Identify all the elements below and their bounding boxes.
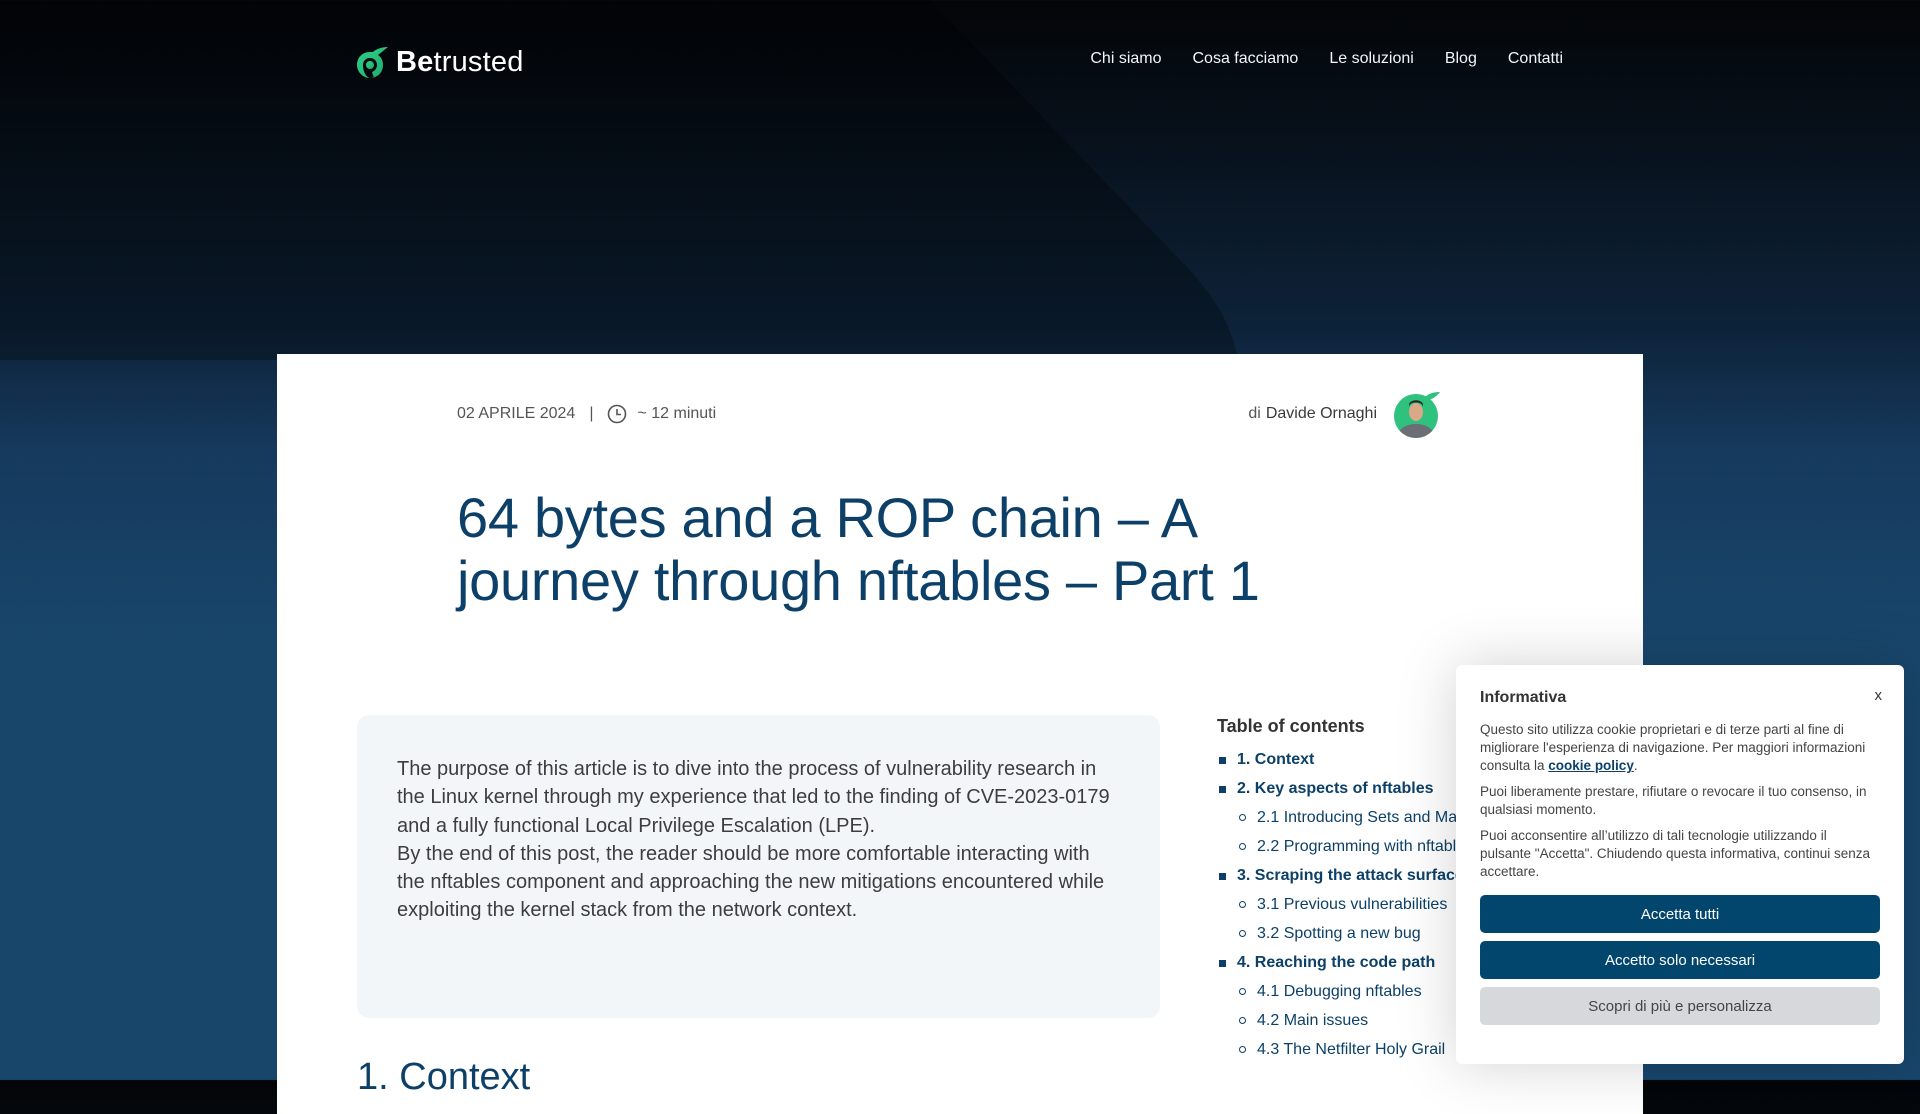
section-heading-context: 1. Context	[357, 1056, 531, 1098]
betrusted-logo-icon	[357, 47, 388, 78]
accept-necessary-button[interactable]: Accetto solo necessari	[1480, 941, 1880, 979]
toc-list: 1. Context 2. Key aspects of nftables 2.…	[1217, 745, 1477, 1064]
toc-item[interactable]: 4. Reaching the code path	[1217, 948, 1477, 977]
meta-separator: |	[589, 405, 594, 422]
site-header: Betrusted Chi siamo Cosa facciamo Le sol…	[0, 0, 1920, 125]
toc-item[interactable]: 3.2 Spotting a new bug	[1217, 919, 1477, 948]
summary-paragraph-2: By the end of this post, the reader shou…	[397, 842, 1105, 922]
clock-icon	[608, 404, 627, 424]
article-title: 64 bytes and a ROP chain – A journey thr…	[457, 486, 1260, 612]
nav-contatti[interactable]: Contatti	[1508, 50, 1563, 68]
toc-item[interactable]: 2.1 Introducing Sets and Maps	[1217, 803, 1477, 832]
brand-name: Betrusted	[396, 45, 524, 78]
toc-item[interactable]: 3. Scraping the attack surface	[1217, 861, 1477, 890]
cookie-buttons: Accetta tutti Accetto solo necessari Sco…	[1480, 895, 1880, 1025]
article-summary: The purpose of this article is to dive i…	[357, 715, 1160, 1018]
toc-item[interactable]: 4.1 Debugging nftables	[1217, 977, 1477, 1006]
nav-cosa-facciamo[interactable]: Cosa facciamo	[1193, 50, 1299, 68]
cookie-text-2: Puoi liberamente prestare, rifiutare o r…	[1480, 784, 1867, 817]
customize-button[interactable]: Scopri di più e personalizza	[1480, 987, 1880, 1025]
summary-paragraph-1: The purpose of this article is to dive i…	[397, 758, 1110, 837]
toc-item[interactable]: 2.2 Programming with nftables	[1217, 832, 1477, 861]
cookie-banner-title: Informativa	[1480, 689, 1567, 706]
toc-item[interactable]: 3.1 Previous vulnerabilities	[1217, 890, 1477, 919]
toc-title: Table of contents	[1217, 716, 1365, 736]
nav-chi-siamo[interactable]: Chi siamo	[1090, 50, 1161, 68]
toc-item[interactable]: 2. Key aspects of nftables	[1217, 774, 1477, 803]
author-info: di Davide Ornaghi	[1248, 390, 1440, 438]
accept-all-button[interactable]: Accetta tutti	[1480, 895, 1880, 933]
nav-le-soluzioni[interactable]: Le soluzioni	[1329, 50, 1414, 68]
nav-blog[interactable]: Blog	[1445, 50, 1477, 68]
toc-item[interactable]: 1. Context	[1217, 745, 1477, 774]
author-name[interactable]: Davide Ornaghi	[1266, 405, 1377, 423]
article-meta: 02 APRILE 2024 | ~ 12 minuti	[457, 404, 716, 424]
toc-item[interactable]: 4.2 Main issues	[1217, 1006, 1477, 1035]
table-of-contents: Table of contents 1. Context 2. Key aspe…	[1217, 716, 1477, 1064]
author-avatar	[1394, 392, 1440, 438]
cookie-text-3: Puoi acconsentire all’utilizzo di tali t…	[1480, 828, 1871, 879]
cookie-banner: Informativa x Questo sito utilizza cooki…	[1456, 665, 1904, 1064]
cookie-text-1: Questo sito utilizza cookie proprietari …	[1480, 722, 1866, 773]
close-icon[interactable]: x	[1875, 687, 1883, 705]
main-nav: Chi siamo Cosa facciamo Le soluzioni Blo…	[1090, 50, 1563, 68]
author-prefix: di	[1248, 405, 1261, 422]
article-card: 02 APRILE 2024 | ~ 12 minuti di Davide O…	[277, 354, 1643, 1114]
publish-date: 02 APRILE 2024	[457, 405, 576, 422]
read-time: ~ 12 minuti	[637, 405, 717, 422]
brand-logo[interactable]: Betrusted	[356, 44, 524, 80]
cookie-policy-link[interactable]: cookie policy	[1548, 758, 1634, 773]
toc-item[interactable]: 4.3 The Netfilter Holy Grail	[1217, 1035, 1477, 1064]
